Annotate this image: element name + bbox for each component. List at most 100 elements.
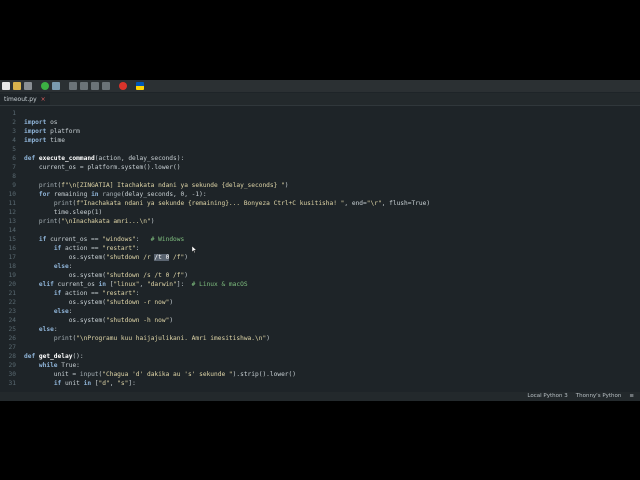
ukraine-flag-icon[interactable] [136,82,144,90]
line-number: 13 [8,218,16,225]
step-out-icon[interactable] [91,82,99,90]
stop-icon[interactable] [119,82,127,90]
code-line[interactable]: if action == "restart": [24,244,140,253]
code-token: import [24,137,47,144]
line-number: 3 [12,128,16,135]
code-token: elif [38,281,54,288]
code-token: : [68,308,73,315]
resume-icon[interactable] [102,82,110,90]
line-number: 17 [8,254,16,261]
line-number-gutter: 1 2 3 4 5 6 7 8 9 10 11 12 13 14 15 16 17 18 19 20 21 22 23 24 2… [0,106,18,392]
code-token: "d" [98,380,110,387]
code-line[interactable]: elif current_os in ["linux", "darwin"]: … [24,280,248,289]
code-line[interactable]: os.system("shutdown /s /t 0 /f") [24,271,188,280]
close-icon[interactable]: × [41,94,46,105]
line-number: 10 [8,191,16,198]
code-line[interactable]: for remaining in range(delay_seconds, 0,… [24,190,207,199]
line-number: 26 [8,335,16,342]
save-icon[interactable] [24,82,32,90]
code-line[interactable]: print(f"\n[ZINGATIA] Itachakata ndani ya… [24,181,289,190]
code-token: ) [184,272,188,279]
tab-timeout-py[interactable]: timeout.py × [0,94,50,105]
code-line[interactable]: def get_delay(): [24,352,84,361]
tab-bar: timeout.py × [0,93,640,106]
code-line[interactable]: os.system("shutdown -r now") [24,298,173,307]
step-into-icon[interactable] [80,82,88,90]
debug-icon[interactable] [52,82,60,90]
line-number: 7 [12,164,16,171]
code-token: action == [61,290,103,297]
menu-icon[interactable]: ≡ [629,392,634,401]
code-token: in [83,380,92,387]
code-line[interactable]: else: [24,325,58,334]
code-line[interactable]: print("\nInachakata amri...\n") [24,217,155,226]
backend-label[interactable]: Thonny's Python [576,392,622,401]
code-token: : [68,263,73,270]
code-token: "Chagua 'd' dakika au 's' sekunde " [102,371,233,378]
code-line[interactable]: print("\nProgramu kuu haijajulikani. Amr… [24,334,270,343]
vertical-scrollbar[interactable] [634,106,640,392]
line-number: 12 [8,209,16,216]
code-line[interactable]: if current_os == "windows": # Windows [24,235,184,244]
thonny-window: timeout.py × 1 2 3 4 5 6 7 8 9 10 11 12 13 14 15 16 17 18… [0,80,640,401]
line-number: 19 [8,272,16,279]
line-number: 20 [8,281,16,288]
line-number: 31 [8,380,16,387]
code-token: execute_command [38,155,95,162]
code-token: ) [284,182,289,189]
line-number: 4 [12,137,16,144]
code-token: "linux" [113,281,140,288]
code-token: os [46,119,58,126]
code-area[interactable]: import os import platform import time def e… [24,106,632,392]
code-token: os.system( [24,254,106,261]
code-line[interactable]: current_os = platform.system().lower() [24,163,181,172]
step-over-icon[interactable] [69,82,77,90]
code-token: ) [169,299,174,306]
new-file-icon[interactable] [2,82,10,90]
code-token: os.system( [24,272,106,279]
code-editor[interactable]: 1 2 3 4 5 6 7 8 9 10 11 12 13 14 15 16 17 18 19 20 21 22 23 24 2… [0,106,632,392]
code-token: "\r" [366,200,382,207]
run-icon[interactable] [41,82,49,90]
toolbar-separator [113,82,116,90]
code-line[interactable]: if action == "restart": [24,289,140,298]
selected-text: /t 0 [154,254,170,261]
code-token: ]: [128,380,136,387]
interpreter-label[interactable]: Local Python 3 [527,392,567,401]
code-line[interactable]: import platform [24,127,80,136]
code-line[interactable]: import os [24,118,58,127]
code-line[interactable]: unit = input("Chagua 'd' dakika au 's' s… [24,370,296,379]
code-line[interactable]: else: [24,262,73,271]
code-line[interactable]: else: [24,307,73,316]
code-token: True: [57,362,80,369]
code-token: else [53,308,69,315]
code-token: "darwin" [146,281,177,288]
code-line[interactable]: while True: [24,361,80,370]
code-line[interactable]: os.system("shutdown -h now") [24,316,173,325]
code-token: "\nInachakata amri...\n" [61,218,151,225]
line-number: 8 [12,173,16,180]
code-token: "shutdown /r [105,254,155,261]
code-line[interactable]: import time [24,136,65,145]
code-token: print [53,335,73,342]
code-line[interactable]: if unit in ["d", "s"]: [24,379,136,388]
code-token: import [24,119,47,126]
code-token: (): [72,353,84,360]
code-token: import [24,128,47,135]
code-line[interactable]: time.sleep(1) [24,208,102,217]
code-token: os.system( [24,317,106,324]
open-file-icon[interactable] [13,82,21,90]
line-number: 2 [12,119,16,126]
code-token: "shutdown -h now" [105,317,170,324]
code-line[interactable]: def execute_command(action, delay_second… [24,154,184,163]
code-line[interactable]: print(f"Inachakata ndani ya sekunde {rem… [24,199,430,208]
code-line[interactable]: os.system("shutdown /r /t 0 /f") [24,253,188,262]
code-token: time [46,137,65,144]
